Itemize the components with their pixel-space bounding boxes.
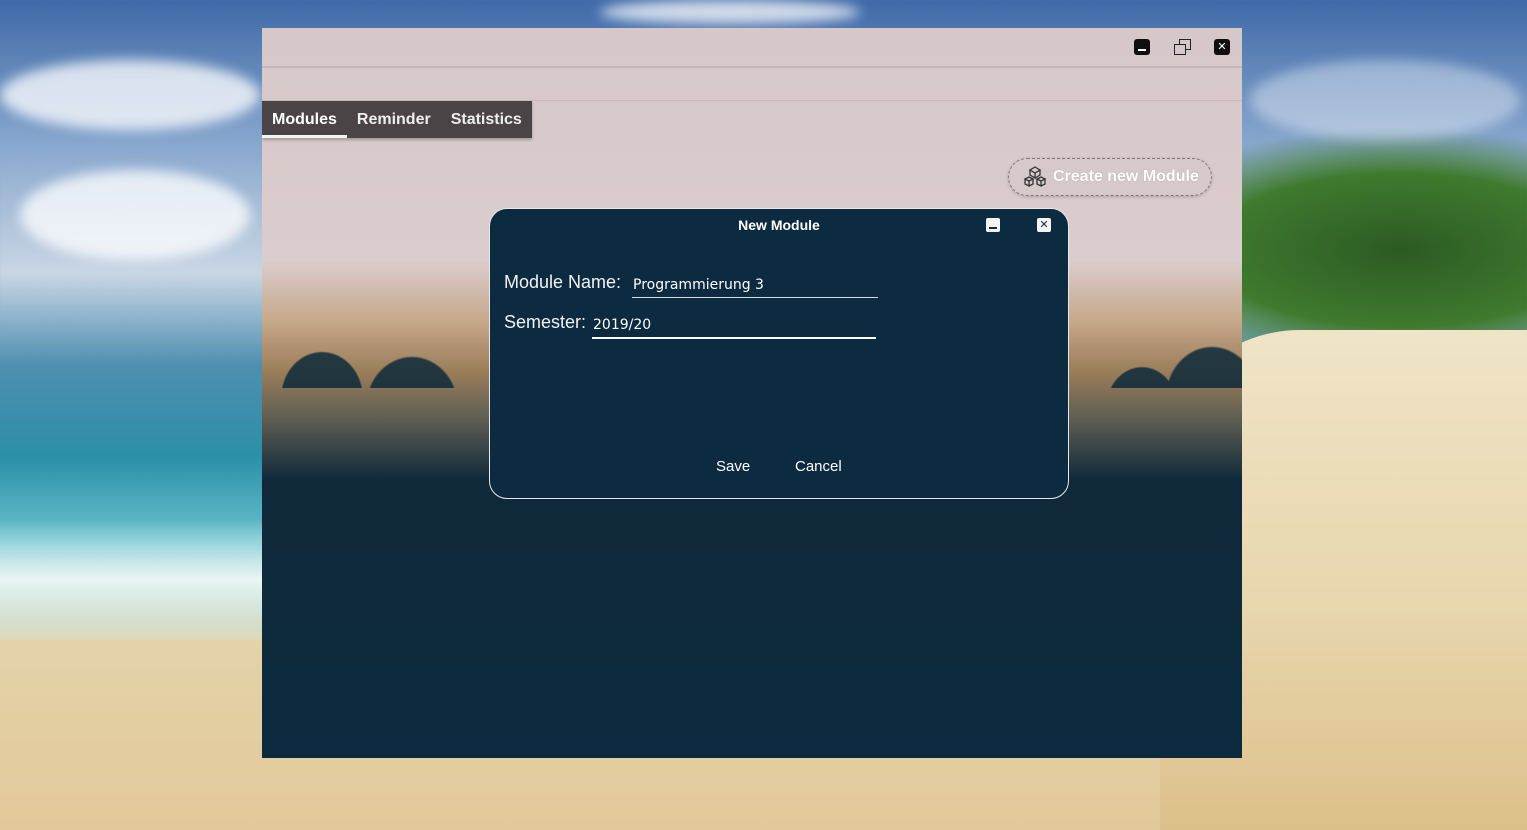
tab-modules[interactable]: Modules bbox=[262, 101, 347, 138]
title-bar: ✕ bbox=[262, 28, 1242, 68]
dialog-title: New Module bbox=[738, 217, 820, 233]
save-button[interactable]: Save bbox=[716, 458, 750, 475]
module-name-input[interactable] bbox=[632, 272, 878, 298]
tab-statistics[interactable]: Statistics bbox=[441, 101, 532, 138]
semester-label: Semester: bbox=[504, 312, 587, 332]
semester-input[interactable] bbox=[592, 313, 876, 339]
create-module-button[interactable]: Create new Module bbox=[1008, 158, 1212, 196]
tab-bar: Modules Reminder Statistics bbox=[262, 101, 532, 138]
cancel-button[interactable]: Cancel bbox=[795, 458, 842, 475]
minimize-icon[interactable] bbox=[1134, 39, 1150, 55]
cloud bbox=[1250, 60, 1520, 140]
close-icon[interactable]: ✕ bbox=[1214, 39, 1230, 55]
toolbar bbox=[262, 68, 1242, 101]
close-icon[interactable]: ✕ bbox=[1037, 218, 1051, 232]
minimize-icon[interactable] bbox=[986, 218, 1000, 232]
cloud bbox=[0, 60, 260, 130]
restore-icon[interactable] bbox=[1174, 39, 1191, 55]
tab-reminder[interactable]: Reminder bbox=[347, 101, 441, 138]
create-module-label: Create new Module bbox=[1053, 168, 1199, 185]
cubes-icon bbox=[1023, 166, 1047, 188]
new-module-dialog: New Module ✕ Module Name: Semester: Save… bbox=[489, 208, 1069, 499]
module-name-label: Module Name: bbox=[504, 272, 622, 292]
sea-foam bbox=[0, 520, 280, 640]
cloud bbox=[20, 170, 250, 260]
cloud bbox=[600, 0, 860, 24]
